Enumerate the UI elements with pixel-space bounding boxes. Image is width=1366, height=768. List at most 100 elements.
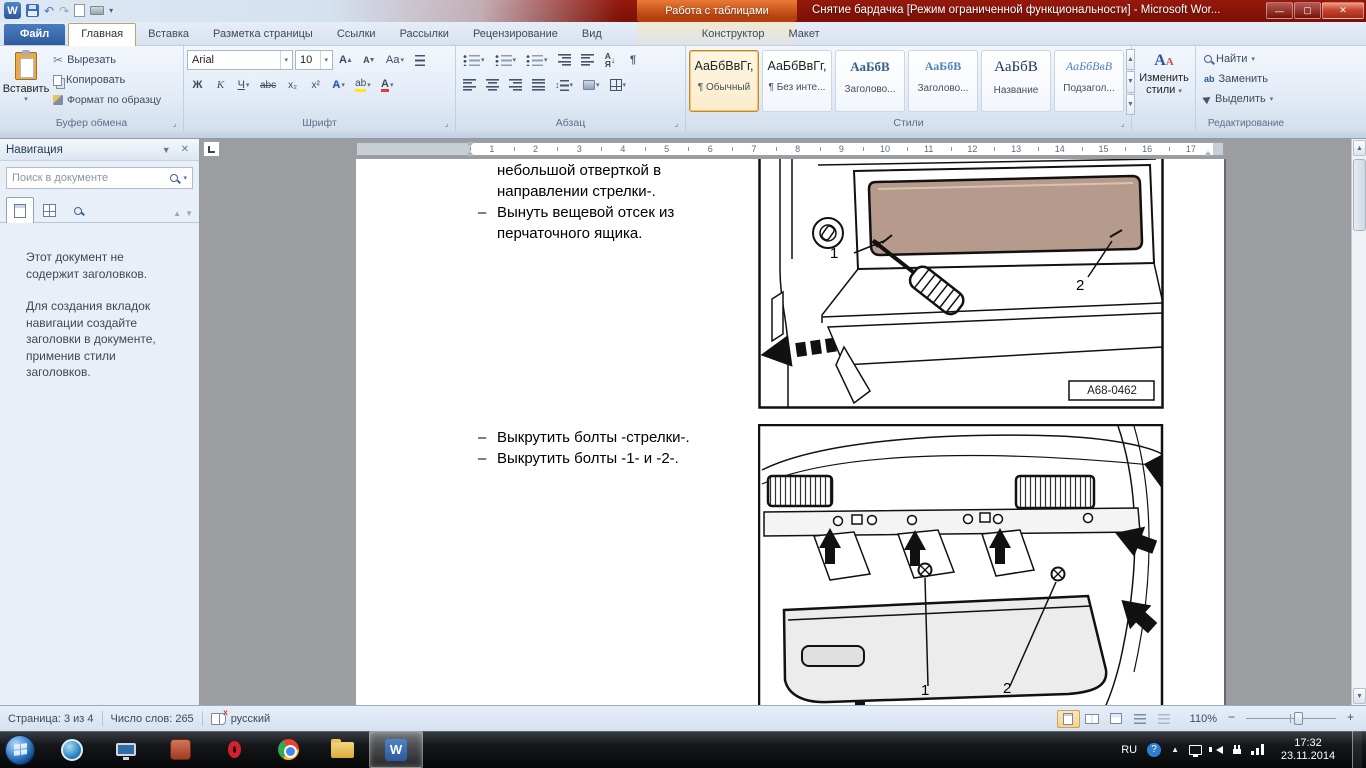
undo-button[interactable]: ↶	[44, 2, 54, 19]
ribbon-tab-contextual[interactable]: Макет	[777, 24, 832, 45]
outline-view-button[interactable]	[1129, 710, 1152, 728]
shading-button[interactable]: ▾	[579, 75, 604, 96]
volume-icon[interactable]	[1212, 746, 1223, 754]
select-button[interactable]: Выделить▾	[1199, 89, 1293, 109]
nav-tab-pages[interactable]	[35, 198, 63, 222]
search-options-dropdown[interactable]: ▾	[183, 174, 187, 182]
scrollbar-thumb[interactable]	[1353, 159, 1366, 231]
multilevel-list-button[interactable]: ▾	[522, 50, 552, 71]
align-center-button[interactable]	[482, 75, 503, 96]
ribbon-tab[interactable]: Ссылки	[325, 24, 388, 45]
proofing-icon[interactable]	[211, 713, 226, 725]
taskbar-explorer-button[interactable]	[315, 731, 369, 768]
style-card[interactable]: АаБбВвГг, ¶ Без инте...	[762, 50, 832, 112]
zoom-level[interactable]: 110%	[1190, 713, 1217, 725]
taskbar-hp-button[interactable]	[45, 731, 99, 768]
vertical-scrollbar[interactable]: ▲ ▼	[1351, 139, 1366, 705]
shrink-font-button[interactable]: А▼	[359, 50, 380, 71]
change-styles-button[interactable]: АА Изменить стили ▾	[1135, 49, 1193, 113]
ribbon-tab[interactable]: Главная	[68, 23, 136, 46]
ribbon-tab[interactable]: Вид	[570, 24, 614, 45]
nav-tab-results[interactable]	[64, 198, 92, 222]
nav-tab-headings[interactable]	[6, 197, 34, 223]
page-indicator[interactable]: Страница: 3 из 4	[8, 713, 94, 725]
start-button[interactable]	[5, 735, 35, 765]
tab-stop-selector[interactable]	[203, 141, 220, 157]
increase-indent-button[interactable]	[577, 50, 598, 71]
language-bar[interactable]: RU	[1121, 744, 1137, 756]
style-card[interactable]: АаБбВ Заголово...	[835, 50, 905, 112]
superscript-button[interactable]: х²	[305, 75, 326, 96]
zoom-slider[interactable]	[1246, 711, 1336, 726]
subscript-button[interactable]: х₂	[282, 75, 303, 96]
text-effects-button[interactable]: А▾	[328, 75, 349, 96]
next-heading-button[interactable]: ▼	[185, 209, 193, 218]
strikethrough-button[interactable]: abc	[256, 75, 280, 96]
redo-button[interactable]: ↷	[59, 2, 69, 19]
style-card[interactable]: АаБбВвВ Подзагол...	[1054, 50, 1124, 112]
show-desktop-button[interactable]	[1352, 731, 1362, 768]
search-icon[interactable]	[170, 174, 178, 182]
language-indicator[interactable]: русский	[231, 713, 270, 725]
taskbar-clock[interactable]: 17:32 23.11.2014	[1274, 737, 1342, 763]
zoom-out-button[interactable]: −	[1224, 711, 1239, 726]
font-color-button[interactable]: А▾	[377, 75, 398, 96]
search-input[interactable]	[12, 172, 170, 184]
zoom-slider-thumb[interactable]	[1294, 712, 1303, 725]
highlight-color-button[interactable]: ab▾	[351, 75, 375, 96]
maximize-button[interactable]: ▢	[1294, 2, 1321, 19]
dialog-launcher-icon[interactable]: ⌟	[1117, 118, 1128, 129]
horizontal-ruler[interactable]: 1234567891011121314151617	[470, 142, 1213, 156]
qat-customize-dropdown[interactable]: ▾	[109, 6, 113, 15]
numbered-list-button[interactable]: ▾	[491, 50, 521, 71]
change-case-button[interactable]: Аа▾	[382, 50, 408, 71]
dialog-launcher-icon[interactable]: ⌟	[169, 118, 180, 129]
ribbon-tab[interactable]: Вставка	[136, 24, 201, 45]
scroll-up-button[interactable]: ▲	[1353, 140, 1366, 156]
grow-font-button[interactable]: А▲	[335, 50, 357, 71]
sort-button[interactable]: АЯ↓	[600, 50, 621, 71]
quick-print-button[interactable]	[90, 2, 104, 19]
draft-view-button[interactable]	[1153, 710, 1176, 728]
taskbar-word-button[interactable]: W	[369, 731, 423, 768]
network-signal-icon[interactable]	[1251, 744, 1264, 755]
ribbon-tab[interactable]: Разметка страницы	[201, 24, 325, 45]
justify-button[interactable]	[528, 75, 549, 96]
display-tray-icon[interactable]	[1189, 745, 1202, 755]
word-app-icon[interactable]: W	[4, 2, 21, 19]
previous-heading-button[interactable]: ▲	[173, 209, 181, 218]
fullscreen-reading-view-button[interactable]	[1081, 710, 1104, 728]
find-button[interactable]: Найти▾	[1199, 49, 1293, 69]
web-layout-view-button[interactable]	[1105, 710, 1128, 728]
paste-button[interactable]: Вставить ▾	[3, 49, 49, 113]
word-count[interactable]: Число слов: 265	[111, 713, 194, 725]
replace-button[interactable]: abЗаменить	[1199, 69, 1293, 89]
clear-formatting-button[interactable]	[410, 50, 431, 71]
copy-button[interactable]: Копировать	[49, 70, 165, 90]
minimize-button[interactable]: —	[1266, 2, 1293, 19]
style-card[interactable]: АаБбВ Название	[981, 50, 1051, 112]
print-layout-view-button[interactable]	[1057, 710, 1080, 728]
bold-button[interactable]: Ж	[187, 75, 208, 96]
close-button[interactable]: ✕	[1322, 2, 1364, 19]
show-hidden-icons-button[interactable]: ▲	[1171, 745, 1179, 754]
italic-button[interactable]: К	[210, 75, 231, 96]
borders-button[interactable]: ▾	[606, 75, 631, 96]
zoom-in-button[interactable]: +	[1343, 711, 1358, 726]
ribbon-tab-contextual[interactable]: Конструктор	[690, 24, 777, 45]
format-painter-button[interactable]: Формат по образцу	[49, 90, 165, 110]
ribbon-tab[interactable]: Рецензирование	[461, 24, 570, 45]
line-spacing-button[interactable]: ↕▾	[551, 75, 577, 96]
taskbar-utility-button[interactable]	[153, 731, 207, 768]
font-family-combo[interactable]: Arial▾	[187, 50, 293, 70]
usb-device-icon[interactable]	[1233, 745, 1241, 755]
cut-button[interactable]: ✂Вырезать	[49, 50, 165, 70]
font-size-combo[interactable]: 10▾	[295, 50, 333, 70]
tab-file[interactable]: Файл	[4, 24, 65, 45]
first-line-indent-marker[interactable]	[466, 142, 474, 147]
style-card[interactable]: АаБбВ Заголово...	[908, 50, 978, 112]
hanging-indent-marker[interactable]	[466, 151, 474, 156]
save-button[interactable]	[26, 2, 39, 19]
align-left-button[interactable]	[459, 75, 480, 96]
right-indent-marker[interactable]	[1204, 151, 1212, 156]
